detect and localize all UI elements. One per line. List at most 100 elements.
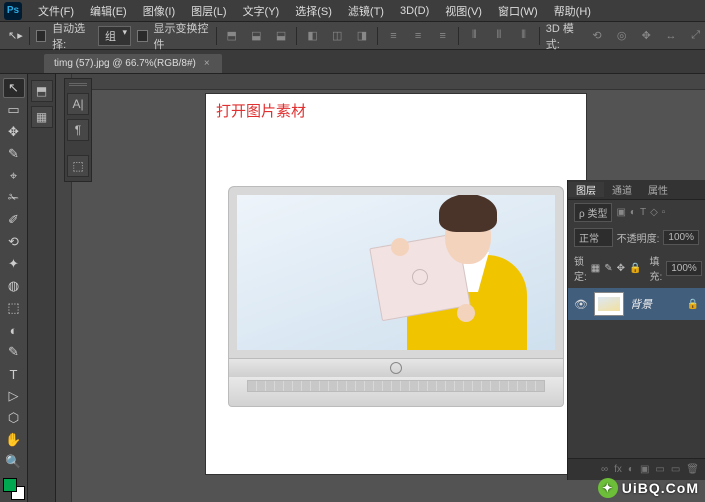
new-layer-icon[interactable]: ▭ (671, 464, 680, 475)
collapsed-panel-dock: ⬒ ▦ (28, 74, 56, 502)
mini-panel-btn-1[interactable]: ⬒ (31, 80, 53, 102)
lock-all-icon[interactable]: 🔒 (629, 263, 641, 274)
tab-channels[interactable]: 通道 (604, 182, 640, 197)
path-tool[interactable]: ▷ (3, 386, 25, 406)
menu-image[interactable]: 图像(I) (135, 3, 183, 19)
paragraph-panel-icon[interactable]: ¶ (67, 119, 89, 141)
distribute-bottom-icon[interactable]: ≡ (433, 26, 452, 46)
menu-filter[interactable]: 滤镜(T) (340, 3, 392, 19)
menu-3d[interactable]: 3D(D) (392, 5, 437, 17)
watermark-text: UiBQ.CoM (622, 480, 699, 496)
3d-pan-icon[interactable]: ✥ (637, 26, 656, 46)
3d-roll-icon[interactable]: ◎ (612, 26, 631, 46)
show-transform-checkbox[interactable] (137, 30, 147, 42)
align-hcenter-icon[interactable]: ◫ (328, 26, 347, 46)
tab-properties[interactable]: 属性 (640, 182, 676, 197)
shape-tool[interactable]: ⬡ (3, 408, 25, 428)
distribute-top-icon[interactable]: ≡ (384, 26, 403, 46)
options-bar: ↖▸ 自动选择: 组 显示变换控件 ⬒ ⬓ ⬓ ◧ ◫ ◨ ≡ ≡ ≡ ⫴ ⫴ … (0, 22, 705, 50)
menu-help[interactable]: 帮助(H) (546, 3, 599, 19)
show-transform-label: 显示变换控件 (154, 20, 210, 52)
layer-filter-kind[interactable]: ρ 类型 (574, 203, 612, 222)
layer-row-background[interactable]: 👁 背景 🔒 (568, 288, 705, 320)
eyedropper-tool[interactable]: ✁ (3, 188, 25, 208)
menu-edit[interactable]: 编辑(E) (82, 3, 135, 19)
document-tab[interactable]: timg (57).jpg @ 66.7%(RGB/8#) × (44, 54, 222, 73)
opacity-value[interactable]: 100% (663, 230, 699, 245)
new-group-icon[interactable]: ▭ (655, 464, 664, 475)
gradient-tool[interactable]: ◐ (3, 320, 25, 340)
distribute-left-icon[interactable]: ⫴ (465, 26, 484, 46)
auto-select-dropdown[interactable]: 组 (98, 26, 131, 46)
menu-window[interactable]: 窗口(W) (490, 3, 546, 19)
lock-pixels-icon[interactable]: ✎ (604, 263, 612, 274)
lock-transparency-icon[interactable]: ▦ (591, 263, 600, 274)
menu-type[interactable]: 文字(Y) (235, 3, 288, 19)
character-panel-collapsed: A| ¶ ⬚ (64, 78, 92, 182)
layer-name[interactable]: 背景 (630, 296, 681, 312)
layer-fx-icon[interactable]: fx (614, 464, 622, 475)
healing-tool[interactable]: ✐ (3, 210, 25, 230)
menu-view[interactable]: 视图(V) (437, 3, 490, 19)
menu-select[interactable]: 选择(S) (287, 3, 340, 19)
annotation-text: 打开图片素材 (216, 100, 306, 121)
mini-panel-btn-2[interactable]: ▦ (31, 106, 53, 128)
zoom-tool[interactable]: 🔍 (3, 452, 25, 472)
character-panel-icon[interactable]: A| (67, 93, 89, 115)
new-adjustment-icon[interactable]: ▣ (640, 464, 649, 475)
laptop-image (228, 186, 564, 407)
type-tool[interactable]: T (3, 364, 25, 384)
mode-3d-label: 3D 模式: (546, 20, 582, 52)
marquee-tool[interactable]: ▭ (3, 100, 25, 120)
align-right-icon[interactable]: ◨ (353, 26, 372, 46)
stamp-tool[interactable]: ✦ (3, 254, 25, 274)
layer-thumbnail[interactable] (594, 292, 624, 316)
filter-pixel-icon[interactable]: ▣ (616, 207, 625, 218)
visibility-eye-icon[interactable]: 👁 (574, 298, 588, 311)
distribute-vcenter-icon[interactable]: ≡ (409, 26, 428, 46)
move-tool-icon: ↖▸ (8, 28, 23, 44)
extra-panel-icon[interactable]: ⬚ (67, 155, 89, 177)
filter-type-icon[interactable]: T (640, 207, 646, 218)
layer-mask-icon[interactable]: ◐ (628, 464, 634, 475)
hand-tool[interactable]: ✋ (3, 430, 25, 450)
distribute-right-icon[interactable]: ⫴ (514, 26, 533, 46)
tab-layers[interactable]: 图层 (568, 182, 604, 197)
filter-adjust-icon[interactable]: ◐ (630, 207, 636, 218)
blend-mode-dropdown[interactable]: 正常 (574, 228, 613, 247)
align-top-icon[interactable]: ⬒ (222, 26, 241, 46)
fill-value[interactable]: 100% (666, 261, 702, 276)
auto-select-checkbox[interactable] (36, 30, 46, 42)
distribute-hcenter-icon[interactable]: ⫴ (490, 26, 509, 46)
close-tab-icon[interactable]: × (204, 58, 210, 69)
foreground-color[interactable] (3, 478, 17, 492)
3d-scale-icon[interactable]: ⤢ (686, 26, 705, 46)
align-left-icon[interactable]: ◧ (303, 26, 322, 46)
eraser-tool[interactable]: ⬚ (3, 298, 25, 318)
hp-logo-icon (390, 362, 402, 374)
document-canvas[interactable]: 打开图片素材 (206, 94, 586, 474)
brush-tool[interactable]: ⟲ (3, 232, 25, 252)
lasso-tool[interactable]: ✥ (3, 122, 25, 142)
app-logo: Ps (4, 2, 22, 20)
ruler-horizontal (72, 74, 705, 90)
tools-panel: ↖ ▭ ✥ ✎ ⌖ ✁ ✐ ⟲ ✦ ◍ ⬚ ◐ ✎ T ▷ ⬡ ✋ 🔍 (0, 74, 28, 502)
align-vcenter-icon[interactable]: ⬓ (247, 26, 266, 46)
move-tool[interactable]: ↖ (3, 78, 25, 98)
filter-shape-icon[interactable]: ◇ (650, 207, 658, 218)
lock-position-icon[interactable]: ✥ (617, 263, 625, 274)
pen-tool[interactable]: ✎ (3, 342, 25, 362)
filter-smart-icon[interactable]: ▫ (662, 207, 666, 218)
history-brush-tool[interactable]: ◍ (3, 276, 25, 296)
align-bottom-icon[interactable]: ⬓ (272, 26, 291, 46)
crop-tool[interactable]: ⌖ (3, 166, 25, 186)
menu-file[interactable]: 文件(F) (30, 3, 82, 19)
magic-wand-tool[interactable]: ✎ (3, 144, 25, 164)
link-layers-icon[interactable]: ∞ (601, 464, 608, 475)
menu-layer[interactable]: 图层(L) (183, 3, 234, 19)
layers-panel: 图层 通道 属性 ρ 类型 ▣ ◐ T ◇ ▫ 正常 不透明度: 100% 锁定… (567, 180, 705, 480)
color-swatch[interactable] (3, 478, 25, 500)
3d-slide-icon[interactable]: ↔ (662, 26, 681, 46)
delete-layer-icon[interactable]: 🗑 (686, 464, 699, 475)
3d-orbit-icon[interactable]: ⟲ (588, 26, 607, 46)
